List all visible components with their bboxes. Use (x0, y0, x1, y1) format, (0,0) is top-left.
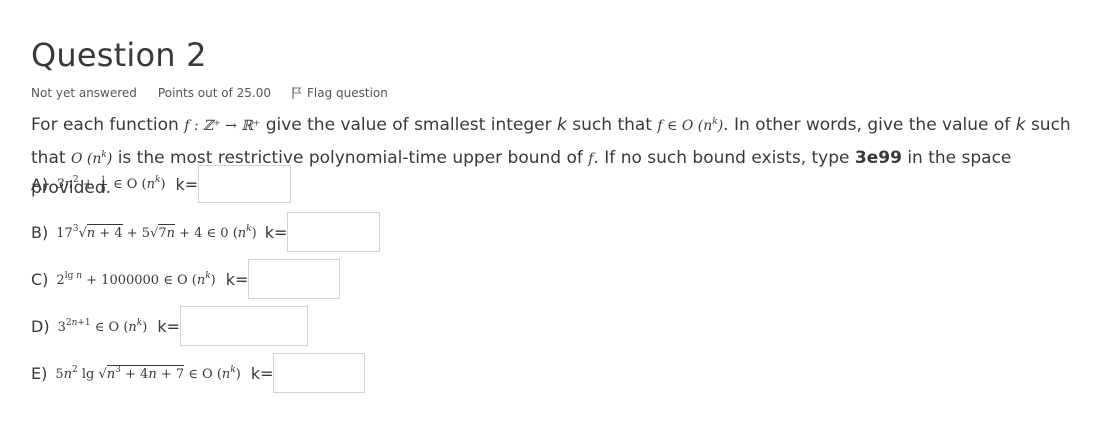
subquestion-a: A) 3n2 + 1n ∈ O (nk) k= (31, 165, 292, 203)
answer-input-d[interactable] (180, 306, 308, 346)
flag-question-button[interactable]: Flag question (292, 86, 388, 100)
intro-text-1: For each function (31, 115, 179, 135)
subquestion-expression: 5n2 lg √n3 + 4n + 7 ∈ O (nk) (55, 364, 241, 382)
intro-text-7: . If no such bound exists, type (593, 148, 850, 168)
intro-condition: f ∈ O (nk) (657, 117, 724, 134)
flag-question-label: Flag question (306, 86, 388, 100)
k-label: k= (264, 222, 288, 242)
subquestion-d: D) 32n+1 ∈ O (nk) k= (31, 306, 308, 346)
answer-input-b[interactable] (287, 212, 381, 252)
intro-k: k (557, 115, 567, 135)
subquestion-expression: 173√n + 4 + 5√7n + 4 ∈ 0 (nk) (56, 223, 257, 241)
subquestion-expression: 3n2 + 1n ∈ O (nk) (56, 175, 166, 193)
intro-k2: k (1015, 115, 1026, 135)
subquestion-c: C) 2lg n + 1000000 ∈ O (nk) k= (31, 259, 341, 299)
subquestion-letter: E) (31, 363, 48, 383)
k-label: k= (225, 269, 249, 289)
subquestion-b: B) 173√n + 4 + 5√7n + 4 ∈ 0 (nk) k= (31, 212, 381, 252)
subquestion-e: E) 5n2 lg √n3 + 4n + 7 ∈ O (nk) k= (31, 353, 366, 393)
question-points: Points out of 25.00 (157, 86, 271, 100)
subquestion-expression: 32n+1 ∈ O (nk) (57, 317, 148, 335)
question-status: Not yet answered (31, 86, 137, 100)
subquestion-letter: D) (31, 316, 50, 336)
flag-icon (292, 87, 302, 99)
question-meta: Not yet answered Points out of 25.00 Fla… (31, 86, 388, 100)
k-label: k= (175, 174, 199, 194)
k-label: k= (157, 316, 180, 336)
subquestion-letter: B) (31, 222, 49, 242)
subquestion-letter: C) (31, 269, 49, 289)
answer-input-c[interactable] (248, 259, 341, 299)
intro-function-domain: f : ℤ⁺ → ℝ⁺ (184, 118, 261, 134)
answer-input-a[interactable] (198, 165, 292, 203)
intro-text-4: . In other words, give the value of (723, 115, 1011, 135)
intro-text-2: give the value of smallest integer (265, 115, 552, 135)
intro-code: 3e99 (854, 148, 902, 168)
question-title: Question 2 (31, 36, 207, 74)
answer-input-e[interactable] (273, 353, 366, 393)
intro-text-3: such that (572, 115, 652, 135)
subquestion-expression: 2lg n + 1000000 ∈ O (nk) (56, 270, 216, 288)
k-label: k= (250, 363, 274, 383)
subquestion-letter: A) (31, 174, 49, 194)
